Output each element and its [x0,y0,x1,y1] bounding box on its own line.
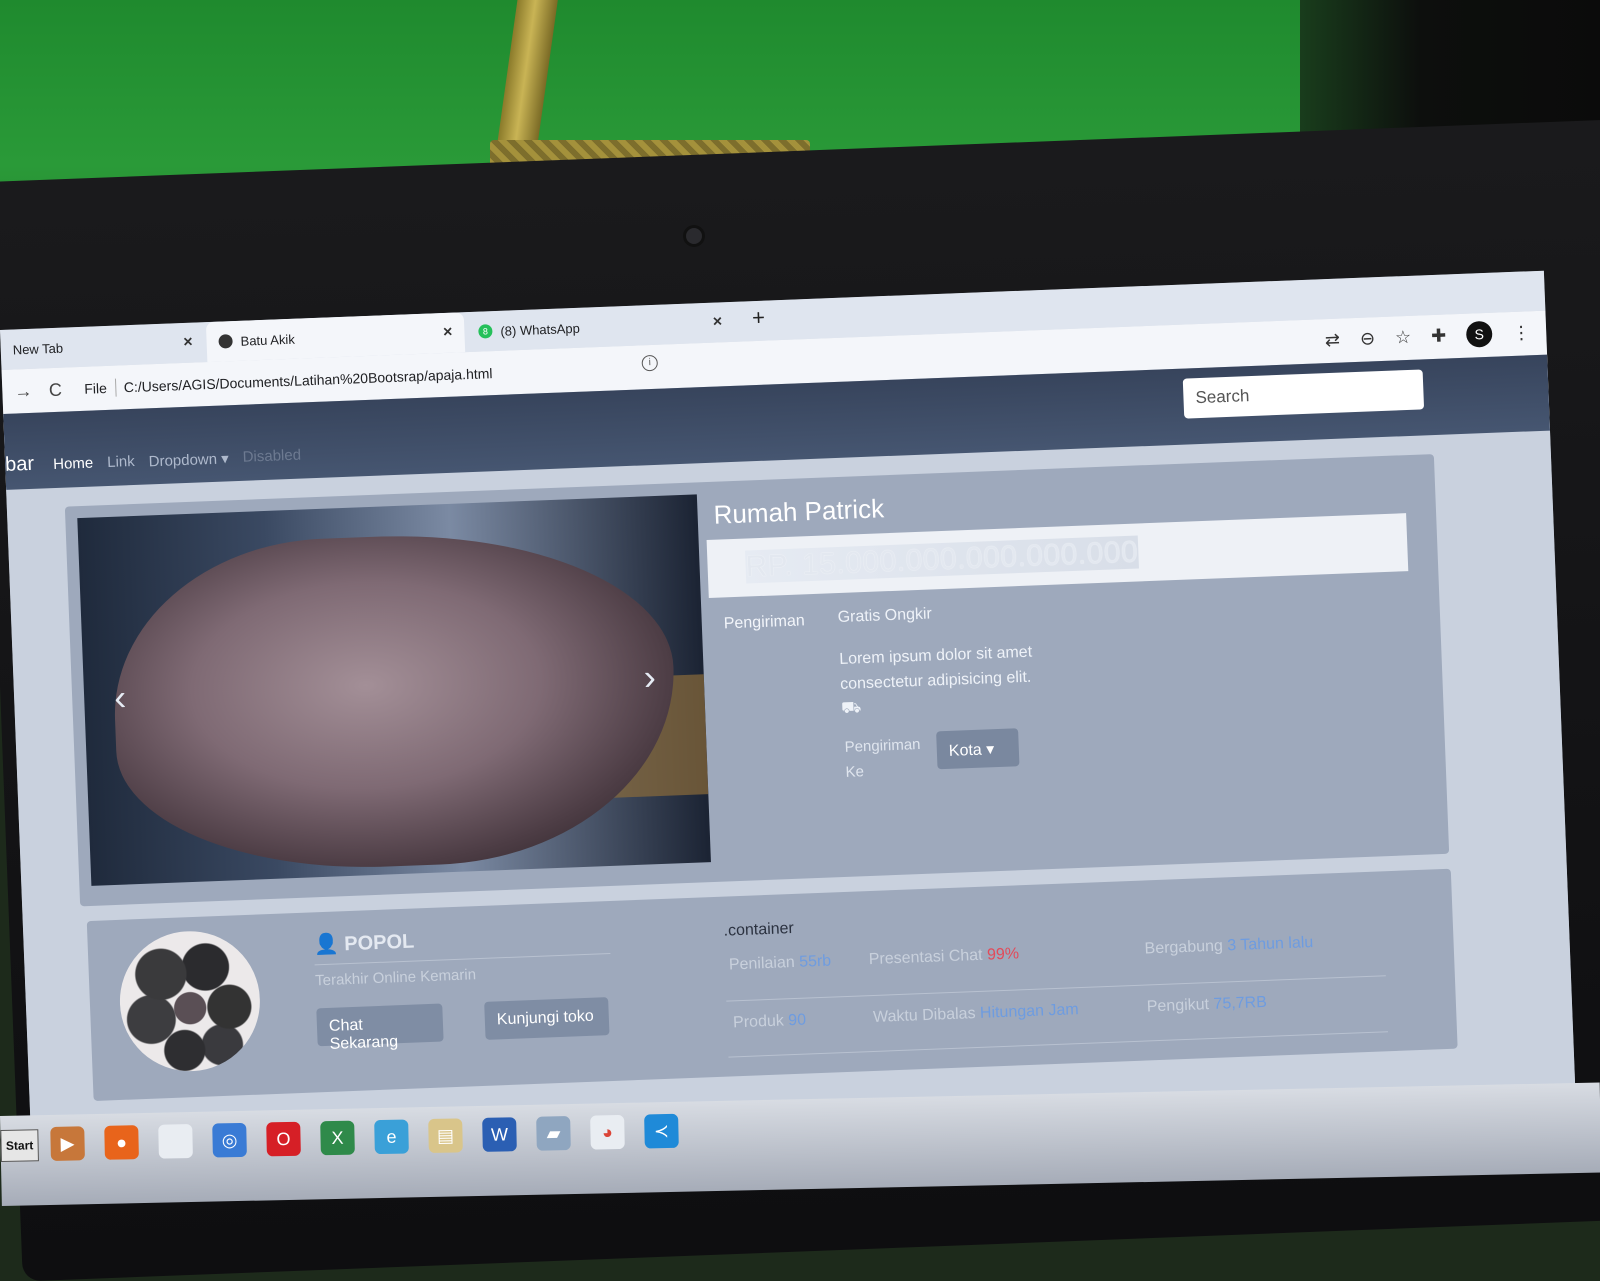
stat-label: Waktu Dibalas [872,1005,976,1026]
product-card: ‹ › Rumah Patrick RP. 15.000.000.000.000… [64,454,1450,907]
product-price: RP. 15.000.000.000.000.000 [745,535,1139,584]
container-label: .container [723,919,795,940]
product-title: Rumah Patrick [713,493,885,530]
chat-rate-stat: Presentasi Chat 99% [868,945,1019,969]
tab-label: (8) WhatsApp [500,320,581,339]
stat-label: Produk [732,1012,785,1032]
carousel-prev-icon[interactable]: ‹ [113,676,127,718]
stat-value: 90 [787,1011,807,1030]
shop-name[interactable]: 👤 POPOL [313,929,414,958]
last-online-status: Terakhir Online Kemarin [314,966,477,990]
web-page: bar Home Link Dropdown ▾ Disabled Search… [3,354,1577,1190]
products-stat: Produk 90 [733,1012,807,1033]
opera-icon[interactable]: O [266,1121,301,1157]
navbar-brand[interactable]: bar [5,453,35,477]
translate-icon[interactable]: ⇄ [1325,329,1341,351]
tab-label: Batu Akik [240,331,296,349]
rating-stat: Penilaian 55rb [729,953,832,975]
app-icon[interactable]: ▰ [536,1116,571,1151]
zoom-out-icon[interactable]: ⊖ [1360,328,1376,350]
start-button[interactable]: Start [0,1129,39,1162]
stone-photo [108,525,681,877]
stat-value: 3 Tahun lalu [1226,934,1314,955]
ship-to-label: Pengiriman Ke [844,735,921,781]
divider [728,1031,1388,1058]
city-dropdown-button[interactable]: Kota ▾ [936,728,1020,770]
edge-icon[interactable]: e [374,1119,409,1155]
close-tab-icon[interactable]: × [443,324,453,342]
folder-icon[interactable]: ▤ [428,1118,463,1154]
carousel-next-icon[interactable]: › [643,656,657,698]
info-icon[interactable]: i [641,354,659,372]
vscode-icon[interactable]: ≺ [644,1113,679,1149]
stat-value: 55rb [798,952,832,971]
extensions-icon[interactable]: ✚ [1431,325,1447,347]
menu-icon[interactable]: ⋮ [1512,322,1531,344]
forward-icon[interactable]: → [12,380,35,402]
globe-icon [218,334,233,349]
shipping-label: Pengiriman [723,612,806,633]
file-icon[interactable] [158,1123,193,1159]
chrome-icon[interactable]: ◕ [590,1114,625,1150]
chat-button[interactable]: Chat Sekarang [316,1003,444,1053]
taskbar-apps: ▶ ● ◎ O X e ▤ W ▰ ◕ ≺ [50,1113,679,1161]
seller-card: 👤 POPOL Terakhir Online Kemarin Chat Sek… [86,868,1458,1101]
star-icon[interactable]: ☆ [1395,326,1412,348]
profile-avatar[interactable]: S [1465,320,1493,348]
divider [726,975,1386,1002]
tab-label: New Tab [12,340,64,358]
word-icon[interactable]: W [482,1117,517,1152]
firefox-icon[interactable]: ● [104,1125,139,1160]
close-tab-icon[interactable]: × [713,313,723,331]
reload-icon[interactable]: C [44,379,67,401]
joined-stat: Bergabung 3 Tahun lalu [1144,934,1313,958]
whatsapp-icon: 8 [478,324,493,339]
search-input[interactable]: Search [1182,369,1425,419]
stat-label: Pengikut [1146,996,1210,1016]
browser-icon[interactable]: ◎ [212,1122,247,1158]
url-text[interactable]: C:/Users/AGIS/Documents/Latihan%20Bootsr… [124,365,493,395]
followers-stat: Pengikut 75,7RB [1147,994,1268,1017]
stat-label: Penilaian [728,953,796,974]
truck-icon: ⛟ [840,699,862,717]
product-info: Rumah Patrick RP. 15.000.000.000.000.000… [705,465,1419,872]
stat-value: Hitungan Jam [979,1001,1079,1022]
stat-value: 75,7RB [1213,993,1268,1013]
visit-shop-button[interactable]: Kunjungi toko [484,997,610,1040]
divider [114,378,117,397]
shipping-value: Gratis Ongkir [837,605,933,627]
stat-label: Presentasi Chat [868,946,983,969]
product-carousel: ‹ › [77,494,711,886]
nav-dropdown[interactable]: Dropdown ▾ [148,449,229,470]
product-description: Lorem ipsum dolor sit amet consectetur a… [838,643,1033,694]
nav-home[interactable]: Home [53,455,94,475]
new-tab-button[interactable]: + [752,305,766,331]
media-player-icon[interactable]: ▶ [50,1126,85,1161]
url-scheme: File [84,379,108,397]
stat-label: Bergabung [1144,937,1224,958]
nav-disabled: Disabled [242,446,302,466]
nav-links: Home Link Dropdown ▾ Disabled [53,447,302,475]
shop-avatar [117,928,263,1074]
nav-link[interactable]: Link [107,453,135,472]
toolbar-actions: ⇄ ⊖ ☆ ✚ S ⋮ [1324,319,1531,353]
laptop-screen: ▼ ▭ ❐ ✕ New Tab × Batu Akik × 8 (8) What… [0,270,1577,1190]
excel-icon[interactable]: X [320,1120,355,1156]
webcam [686,228,702,244]
stat-value: 99% [986,945,1020,964]
reply-time-stat: Waktu Dibalas Hitungan Jam [873,1001,1079,1027]
close-tab-icon[interactable]: × [183,334,193,352]
